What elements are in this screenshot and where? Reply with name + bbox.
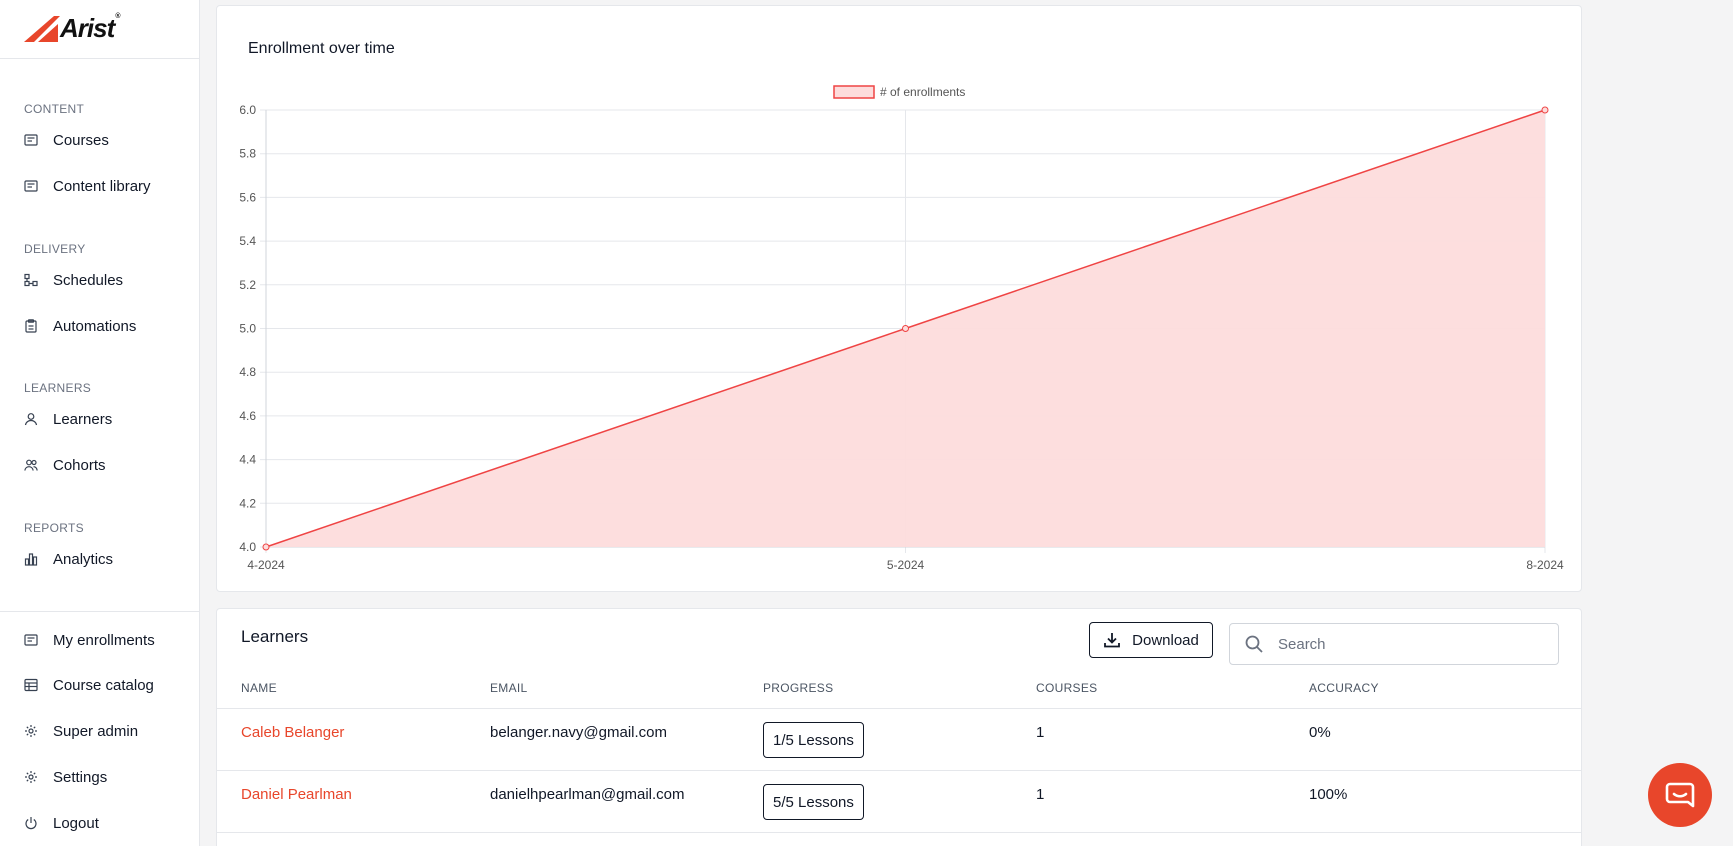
sidebar-item-label: Content library [53, 177, 151, 195]
sidebar-item-my-enrollments[interactable]: My enrollments [24, 629, 155, 651]
section-label-delivery: DELIVERY [24, 242, 86, 256]
learner-email: danielhpearlman@gmail.com [490, 786, 685, 803]
learner-name-link[interactable]: Daniel Pearlman [241, 786, 352, 803]
sidebar-item-label: Courses [53, 131, 109, 149]
sidebar-item-label: Super admin [53, 722, 139, 740]
sidebar-item-label: Settings [53, 768, 108, 786]
y-tick-label: 4.2 [239, 496, 256, 510]
learner-accuracy: 100% [1309, 786, 1348, 803]
gear-icon [24, 724, 38, 738]
sidebar-item-label: Cohorts [53, 456, 106, 474]
progress-badge: 1/5 Lessons [763, 722, 864, 758]
y-tick-label: 4.6 [239, 409, 256, 423]
y-tick-label: 4.4 [239, 453, 256, 467]
download-button[interactable]: Download [1089, 622, 1213, 658]
brand-logo[interactable]: Arist® [24, 12, 120, 43]
power-icon [24, 816, 38, 830]
progress-badge: 5/5 Lessons [763, 784, 864, 820]
sidebar-item-automations[interactable]: Automations [24, 315, 136, 337]
app-root: Arist® CONTENT Courses Content library D… [0, 0, 1733, 846]
column-header-name[interactable]: NAME [241, 681, 277, 695]
gear-icon [24, 770, 38, 784]
sidebar-item-label: Learners [53, 410, 113, 428]
row-divider [217, 832, 1581, 833]
users-icon [24, 458, 38, 472]
sidebar-item-content-library[interactable]: Content library [24, 175, 151, 197]
legend-label[interactable]: # of enrollments [880, 85, 965, 99]
x-tick-label: 5-2024 [887, 558, 925, 572]
y-tick-label: 5.2 [239, 278, 256, 292]
y-tick-label: 4.8 [239, 365, 256, 379]
y-tick-label: 5.4 [239, 234, 256, 248]
learner-accuracy: 0% [1309, 724, 1331, 741]
legend-swatch [833, 85, 875, 99]
section-label-learners: LEARNERS [24, 381, 92, 395]
content-library-icon [24, 179, 38, 193]
column-header-progress[interactable]: PROGRESS [763, 681, 833, 695]
sidebar-item-cohorts[interactable]: Cohorts [24, 454, 106, 476]
y-tick-label: 5.8 [239, 147, 256, 161]
sidebar-item-logout[interactable]: Logout [24, 812, 99, 834]
search-icon [1245, 635, 1263, 653]
x-tick-label: 4-2024 [247, 558, 285, 572]
section-label-reports: REPORTS [24, 521, 84, 535]
sidebar-divider [0, 611, 199, 612]
table-header-divider [217, 708, 1581, 709]
search-input[interactable] [1278, 635, 1538, 653]
sidebar: Arist® CONTENT Courses Content library D… [0, 0, 200, 846]
courses-icon [24, 133, 38, 147]
column-header-courses[interactable]: COURSES [1036, 681, 1097, 695]
sidebar-item-label: Logout [53, 814, 99, 832]
x-tick-label: 8-2024 [1526, 558, 1564, 572]
user-icon [24, 412, 38, 426]
sidebar-item-settings[interactable]: Settings [24, 766, 107, 788]
sidebar-item-super-admin[interactable]: Super admin [24, 720, 138, 742]
chat-support-button[interactable] [1648, 763, 1712, 827]
bar-chart-icon [24, 552, 38, 566]
schedules-icon [24, 273, 38, 287]
data-point[interactable] [262, 543, 270, 551]
learner-name-link[interactable]: Caleb Belanger [241, 724, 344, 741]
chat-icon [1665, 782, 1695, 808]
sidebar-item-label: Course catalog [53, 676, 154, 694]
sidebar-item-schedules[interactable]: Schedules [24, 269, 123, 291]
sidebar-item-courses[interactable]: Courses [24, 129, 109, 151]
search-field[interactable] [1229, 623, 1559, 665]
row-divider [217, 770, 1581, 771]
clipboard-icon [24, 319, 38, 333]
data-point[interactable] [1541, 106, 1549, 114]
y-tick-label: 5.0 [239, 322, 256, 336]
column-header-email[interactable]: EMAIL [490, 681, 528, 695]
catalog-icon [24, 678, 38, 692]
sidebar-divider [0, 58, 199, 59]
sidebar-item-analytics[interactable]: Analytics [24, 548, 113, 570]
sidebar-item-label: Automations [53, 317, 137, 335]
enrollment-chart-card: Enrollment over time 4.0 4.2 4.4 4.6 4.8 5.0 5… [216, 5, 1582, 592]
enrollment-area-chart[interactable]: 4.0 4.2 4.4 4.6 4.8 5.0 5.2 5.4 5.6 5.8 6.0 4-2024 5… [217, 6, 1583, 593]
sidebar-item-label: Schedules [53, 271, 124, 289]
learner-courses: 1 [1036, 724, 1045, 741]
sidebar-item-label: My enrollments [53, 631, 155, 649]
y-tick-label: 4.0 [239, 540, 256, 554]
learners-title: Learners [241, 627, 309, 646]
sidebar-item-course-catalog[interactable]: Course catalog [24, 674, 154, 696]
download-button-label: Download [1132, 631, 1199, 649]
brand-name: Arist® [60, 12, 120, 43]
y-tick-label: 5.6 [239, 190, 256, 204]
y-tick-label: 6.0 [239, 103, 256, 117]
learners-table-card: Learners Download NAME EMAIL PROGRESS CO… [216, 608, 1582, 846]
enrollments-icon [24, 633, 38, 647]
sidebar-item-learners[interactable]: Learners [24, 408, 112, 430]
section-label-content: CONTENT [24, 102, 85, 116]
data-point[interactable] [902, 325, 909, 332]
column-header-accuracy[interactable]: ACCURACY [1309, 681, 1379, 695]
learner-courses: 1 [1036, 786, 1045, 803]
sidebar-item-label: Analytics [53, 550, 114, 568]
download-icon [1104, 633, 1121, 648]
learner-email: belanger.navy@gmail.com [490, 724, 667, 741]
